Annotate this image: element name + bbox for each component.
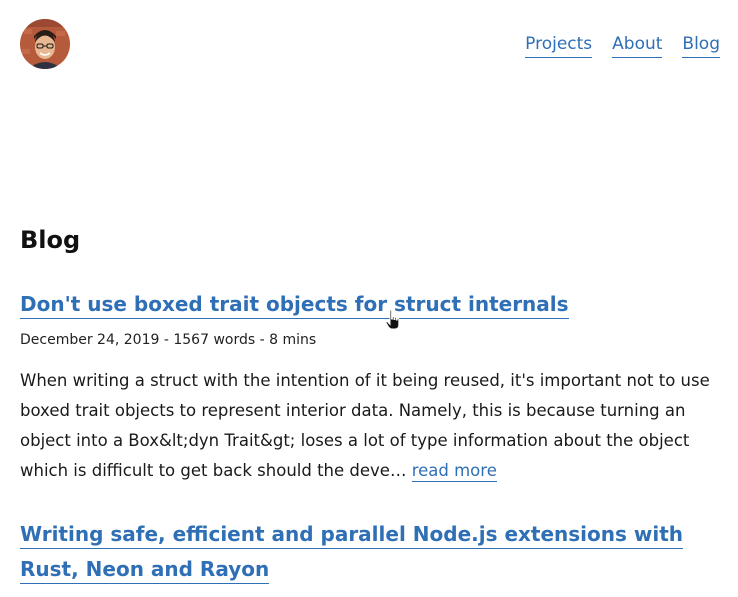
blog-post: Writing safe, efficient and parallel Nod… <box>20 517 720 587</box>
nav-link-about[interactable]: About <box>612 33 663 58</box>
post-title-link[interactable]: Writing safe, efficient and parallel Nod… <box>20 522 684 584</box>
hand-pointer-cursor-icon <box>385 309 400 330</box>
nav-link-blog[interactable]: Blog <box>682 33 720 58</box>
meta-separator: - <box>255 332 270 348</box>
nav-link-projects[interactable]: Projects <box>525 33 593 58</box>
post-read-time: 8 mins <box>269 332 317 348</box>
post-title-link[interactable]: Don't use boxed trait objects for struct… <box>20 292 569 319</box>
page-title: Blog <box>20 226 81 254</box>
site-header: Projects About Blog <box>20 19 720 69</box>
post-date: December 24, 2019 <box>20 332 160 348</box>
post-word-count: 1567 words <box>173 332 256 348</box>
read-more-link[interactable]: read more <box>411 461 497 482</box>
meta-separator: - <box>159 332 174 348</box>
post-meta: December 24, 2019 - 1567 words - 8 mins <box>20 330 720 350</box>
avatar-image <box>20 19 70 69</box>
blog-post: Don't use boxed trait objects for struct… <box>20 287 720 486</box>
post-excerpt: When writing a struct with the intention… <box>20 366 720 486</box>
avatar[interactable] <box>20 19 70 69</box>
post-excerpt-text: When writing a struct with the intention… <box>20 371 710 480</box>
main-nav: Projects About Blog <box>525 33 720 58</box>
